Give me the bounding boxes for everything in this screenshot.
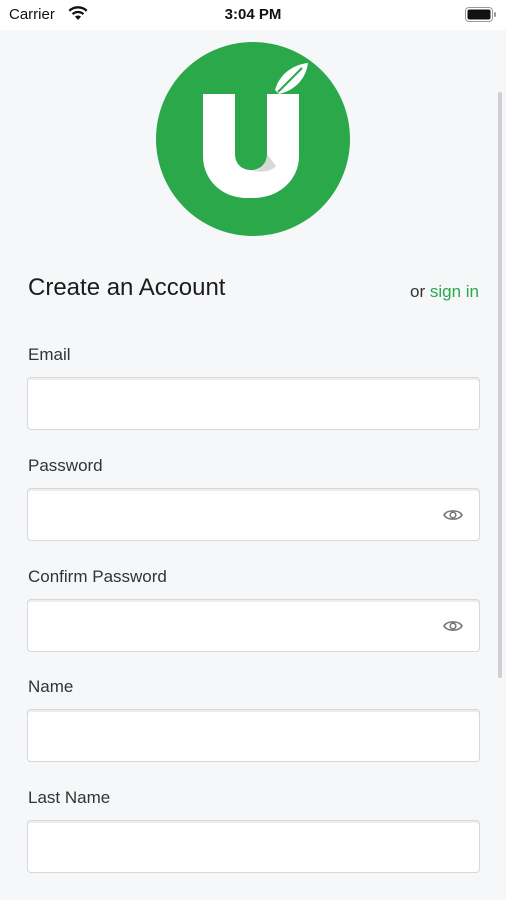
sign-in-link[interactable]: sign in [430, 282, 479, 301]
email-field[interactable] [27, 377, 480, 430]
status-bar: Carrier 3:04 PM [0, 0, 506, 30]
status-time: 3:04 PM [224, 6, 282, 23]
name-label: Name [28, 677, 74, 696]
password-field[interactable] [27, 488, 480, 541]
last-name-label: Last Name [28, 788, 111, 807]
scrollbar[interactable] [498, 92, 502, 678]
create-account-screen: Carrier 3:04 PM Create an Account or sig… [0, 0, 506, 900]
page-title: Create an Account [28, 274, 226, 301]
name-field[interactable] [27, 709, 480, 762]
or-text: or [410, 282, 426, 301]
eye-icon[interactable] [443, 617, 463, 635]
password-label: Password [28, 456, 103, 475]
confirm-password-label: Confirm Password [28, 567, 167, 586]
eye-icon[interactable] [443, 506, 463, 524]
signin-prompt: or sign in [410, 282, 479, 302]
last-name-field[interactable] [27, 820, 480, 873]
confirm-password-field[interactable] [27, 599, 480, 652]
app-logo [156, 42, 350, 236]
battery-icon [465, 7, 496, 22]
email-label: Email [28, 345, 71, 364]
